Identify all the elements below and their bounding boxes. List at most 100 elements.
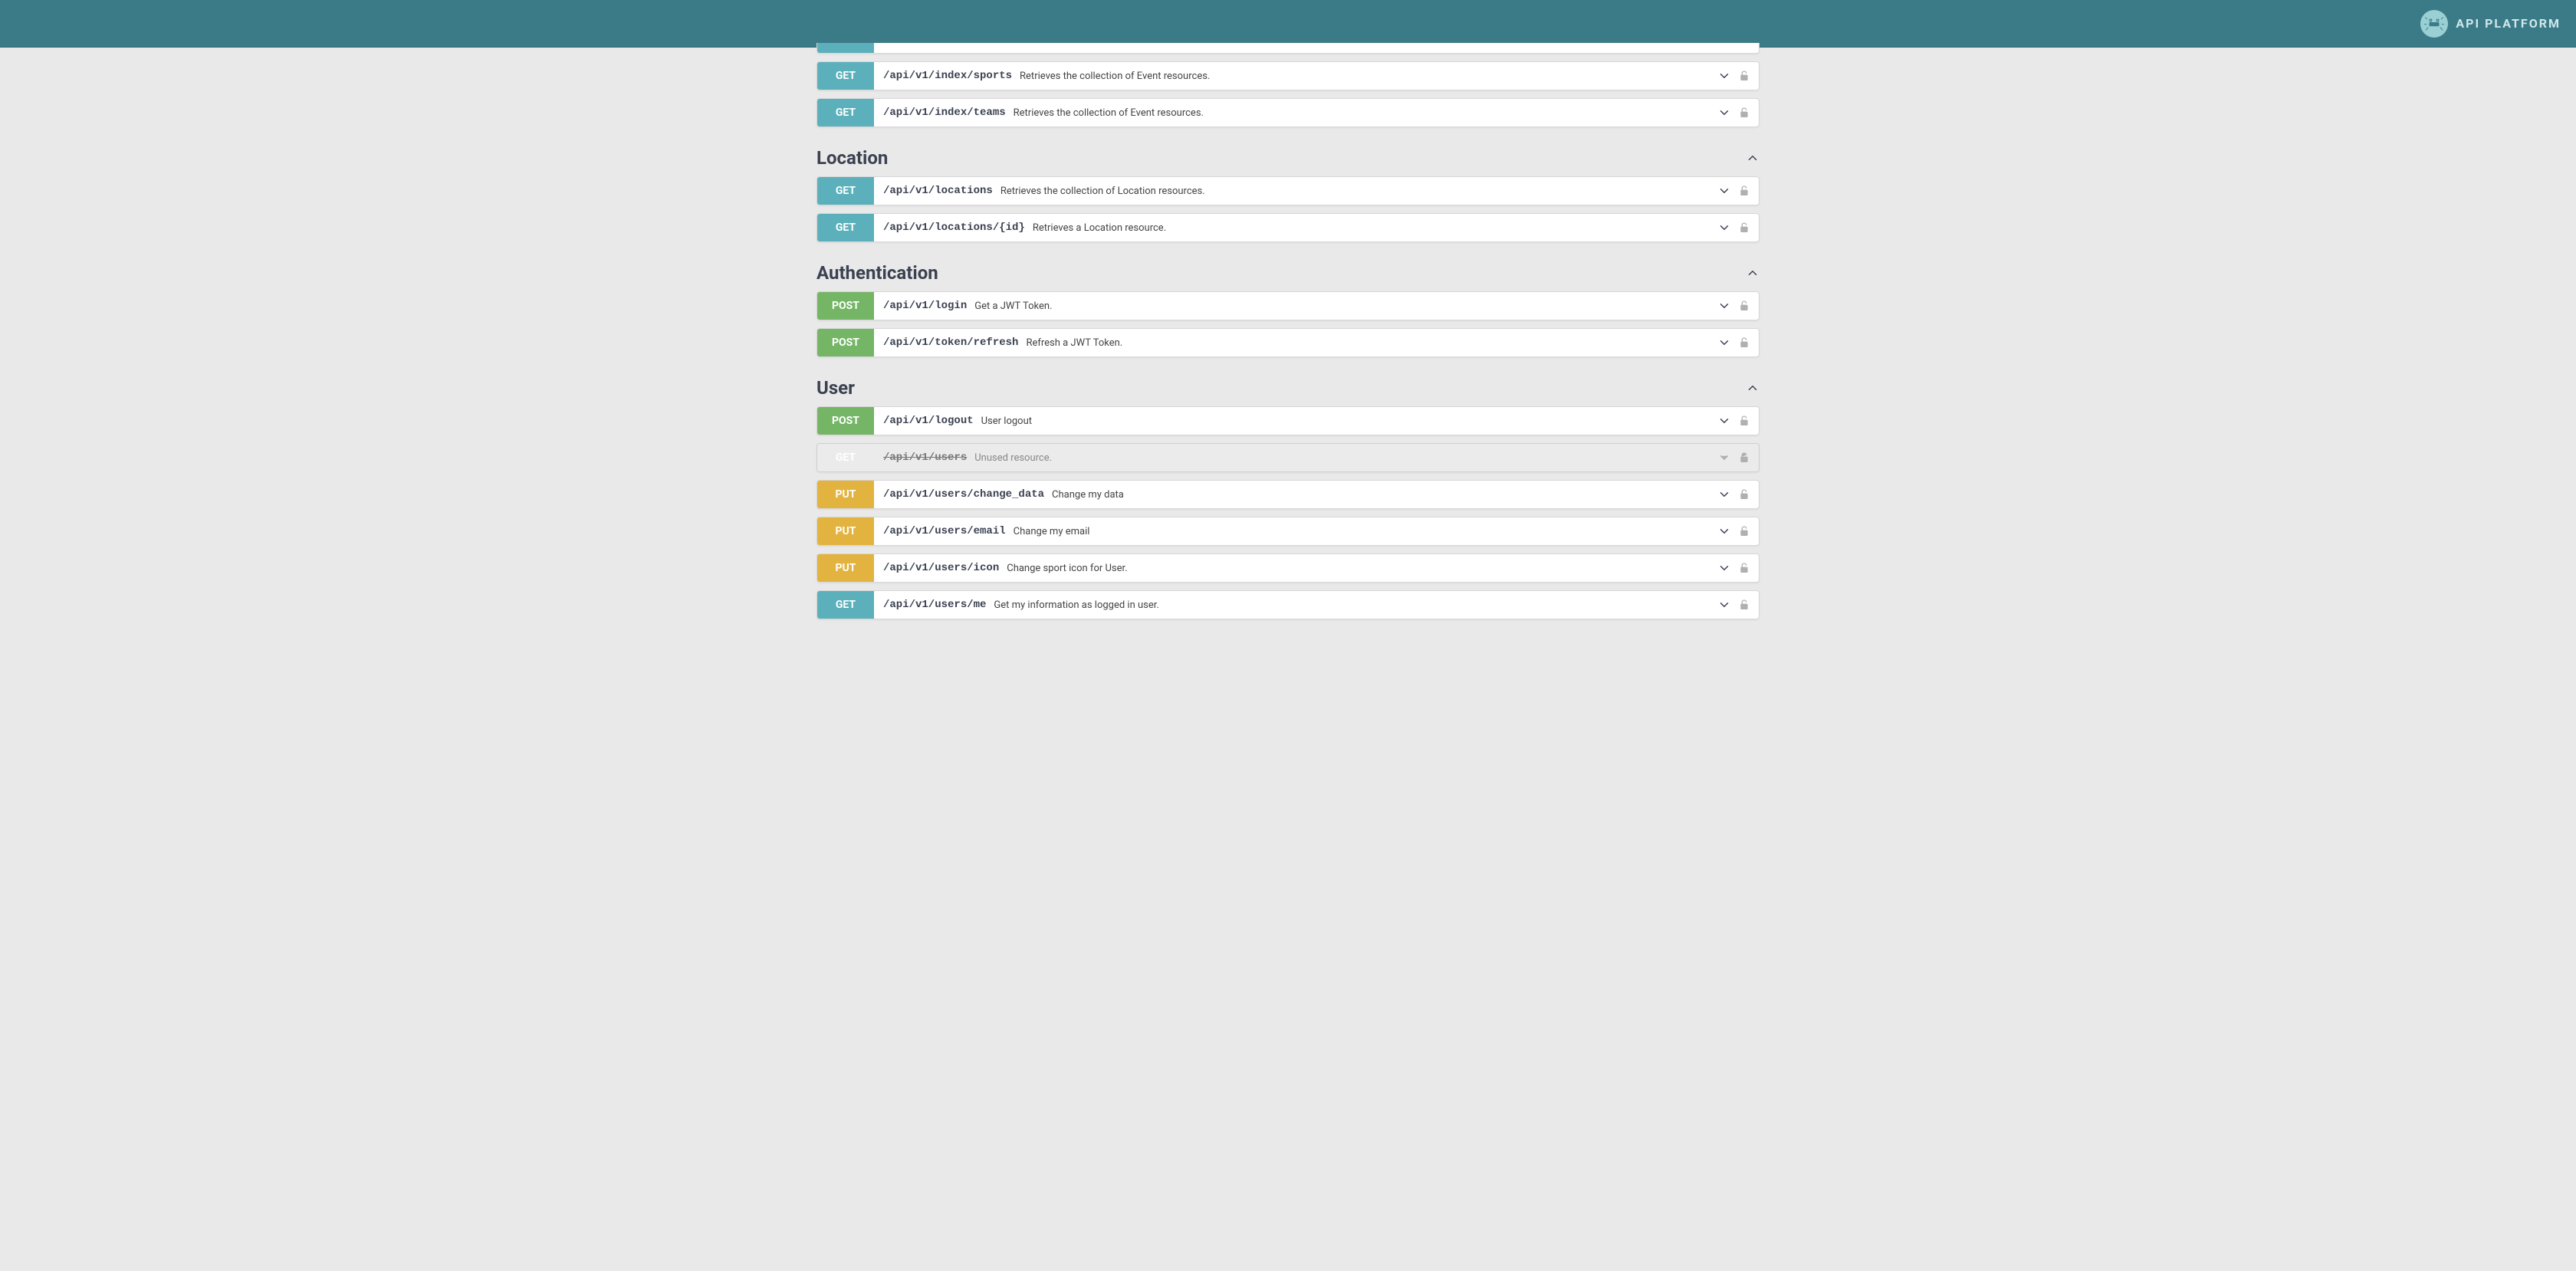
app-header: API PLATFORM: [0, 0, 2576, 48]
operation-description: Change my email: [1014, 526, 1090, 537]
operation-controls: [1717, 329, 1759, 356]
chevron-down-icon[interactable]: [1717, 598, 1731, 612]
chevron-down-icon[interactable]: [1717, 561, 1731, 575]
lock-icon[interactable]: [1739, 70, 1750, 82]
chevron-down-icon[interactable]: [1717, 69, 1731, 83]
operation-row[interactable]: GET/api/v1/users Unused resource.: [816, 443, 1760, 472]
http-method-badge: GET: [817, 99, 874, 126]
lock-icon[interactable]: [1739, 525, 1750, 537]
chevron-down-icon[interactable]: [1717, 221, 1731, 235]
operation-row[interactable]: PUT/api/v1/users/emailChange my email: [816, 517, 1760, 546]
operation-controls: [1717, 62, 1759, 90]
lock-icon[interactable]: [1739, 452, 1750, 464]
chevron-down-icon[interactable]: [1717, 414, 1731, 428]
operation-row[interactable]: POST/api/v1/logout User logout: [816, 406, 1760, 435]
operation-description: User logout: [981, 415, 1032, 427]
operation-summary: /api/v1/login Get a JWT Token.: [874, 292, 1717, 320]
lock-icon[interactable]: [1739, 488, 1750, 501]
operation-path: /api/v1/users/me: [883, 599, 986, 611]
chevron-down-icon[interactable]: [1717, 299, 1731, 313]
http-method-badge: POST: [817, 407, 874, 435]
operation-row[interactable]: PUT/api/v1/users/iconChange sport icon f…: [816, 553, 1760, 583]
chevron-up-icon[interactable]: [1746, 381, 1760, 395]
operation-description: Refresh a JWT Token.: [1026, 337, 1122, 349]
operation-controls: [1717, 444, 1759, 471]
operation-path: /api/v1/locations: [883, 185, 993, 197]
chevron-up-icon[interactable]: [1746, 151, 1760, 165]
operation-controls: [1717, 292, 1759, 320]
operation-path: /api/v1/users/icon: [883, 562, 999, 574]
lock-icon[interactable]: [1739, 415, 1750, 427]
chevron-down-icon[interactable]: [1717, 488, 1731, 501]
operation-path: /api/v1/login: [883, 300, 967, 312]
operation-controls: [1717, 214, 1759, 241]
operation-controls: [1717, 554, 1759, 582]
operation-controls: [1717, 99, 1759, 126]
chevron-down-icon[interactable]: [1717, 336, 1731, 350]
brand-logo[interactable]: API PLATFORM: [2420, 10, 2561, 38]
operation-row[interactable]: PUT/api/v1/users/change_dataChange my da…: [816, 480, 1760, 509]
operation-summary: /api/v1/index/sports Retrieves the collec…: [874, 62, 1717, 90]
operation-row[interactable]: [816, 43, 1760, 54]
operation-path: /api/v1/logout: [883, 415, 974, 427]
operation-description: Unused resource.: [974, 452, 1052, 464]
lock-icon[interactable]: [1739, 222, 1750, 234]
section-header[interactable]: Location: [816, 136, 1760, 176]
api-docs-container: GET/api/v1/index/sports Retrieves the col…: [809, 43, 1767, 642]
operation-summary: /api/v1/users/iconChange sport icon for …: [874, 554, 1717, 582]
operation-summary: /api/v1/locations/{id} Retrieves a Locati…: [874, 214, 1717, 241]
http-method-badge: GET: [817, 177, 874, 205]
operation-path: /api/v1/token/refresh: [883, 337, 1018, 349]
section-header[interactable]: User: [816, 366, 1760, 406]
lock-icon[interactable]: [1739, 185, 1750, 197]
operation-path: /api/v1/index/teams: [883, 107, 1006, 119]
http-method-badge: GET: [817, 444, 874, 471]
spider-icon: [2420, 10, 2448, 38]
chevron-up-icon[interactable]: [1746, 266, 1760, 280]
http-method-badge: PUT: [817, 481, 874, 508]
http-method-badge: GET: [817, 214, 874, 241]
operation-description: Get a JWT Token.: [974, 301, 1052, 312]
operation-summary: /api/v1/logout User logout: [874, 407, 1717, 435]
section-title: Location: [816, 147, 888, 169]
lock-icon[interactable]: [1739, 300, 1750, 312]
operation-description: Change my data: [1052, 489, 1124, 501]
operation-description: Retrieves the collection of Event resour…: [1014, 107, 1204, 119]
operation-controls: [1717, 177, 1759, 205]
operation-path: /api/v1/index/sports: [883, 70, 1012, 82]
operation-summary: /api/v1/users Unused resource.: [874, 444, 1717, 471]
operation-row[interactable]: GET/api/v1/index/teams Retrieves the coll…: [816, 98, 1760, 127]
section-header[interactable]: Authentication: [816, 251, 1760, 291]
operation-description: Get my information as logged in user.: [994, 599, 1158, 611]
section-title: User: [816, 377, 855, 399]
operation-summary: /api/v1/users/change_dataChange my data: [874, 481, 1717, 508]
operation-summary: /api/v1/token/refresh Refresh a JWT Token…: [874, 329, 1717, 356]
lock-icon[interactable]: [1739, 562, 1750, 574]
operation-path: /api/v1/users: [883, 452, 967, 464]
operation-path: /api/v1/locations/{id}: [883, 222, 1025, 234]
chevron-down-icon[interactable]: [1717, 451, 1731, 465]
lock-icon[interactable]: [1739, 107, 1750, 119]
chevron-down-icon[interactable]: [1717, 106, 1731, 120]
operation-controls: [1717, 517, 1759, 545]
operation-row[interactable]: GET/api/v1/locations Retrieves the collec…: [816, 176, 1760, 205]
operation-row[interactable]: POST/api/v1/token/refresh Refresh a JWT T…: [816, 328, 1760, 357]
operation-row[interactable]: GET/api/v1/locations/{id} Retrieves a Loc…: [816, 213, 1760, 242]
chevron-down-icon[interactable]: [1717, 524, 1731, 538]
operation-row[interactable]: POST/api/v1/login Get a JWT Token.: [816, 291, 1760, 320]
http-method-badge: POST: [817, 329, 874, 356]
operation-summary: /api/v1/users/emailChange my email: [874, 517, 1717, 545]
operation-summary: /api/v1/index/teams Retrieves the collect…: [874, 99, 1717, 126]
http-method-badge: GET: [817, 591, 874, 619]
operation-description: Retrieves the collection of Event resour…: [1020, 71, 1210, 82]
operation-controls: [1717, 481, 1759, 508]
operation-summary: /api/v1/users/me Get my information as lo…: [874, 591, 1717, 619]
operation-description: Retrieves the collection of Location res…: [1001, 186, 1205, 197]
operation-description: Retrieves a Location resource.: [1033, 222, 1166, 234]
http-method-badge: POST: [817, 292, 874, 320]
chevron-down-icon[interactable]: [1717, 184, 1731, 198]
lock-icon[interactable]: [1739, 337, 1750, 349]
operation-row[interactable]: GET/api/v1/index/sportsRetrieves the col…: [816, 61, 1760, 90]
operation-row[interactable]: GET/api/v1/users/me Get my information as…: [816, 590, 1760, 619]
lock-icon[interactable]: [1739, 599, 1750, 611]
